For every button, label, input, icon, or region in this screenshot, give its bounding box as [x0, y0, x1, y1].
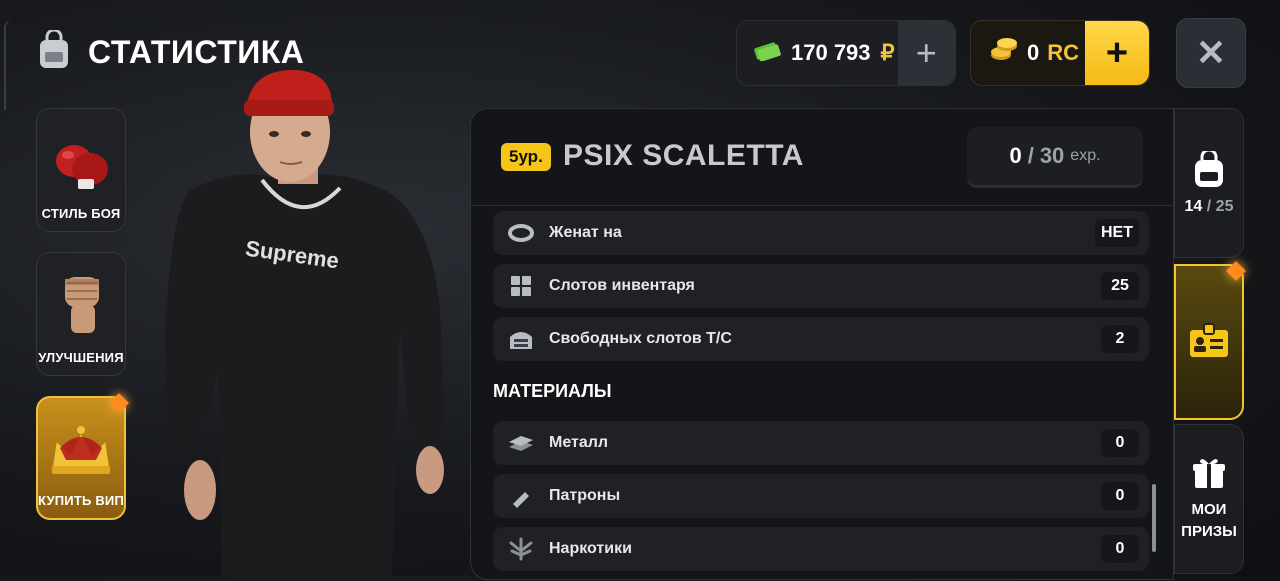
- menu-upgrades-label: УЛУЧШЕНИЯ: [38, 350, 124, 365]
- backpack-current: 14: [1184, 197, 1203, 215]
- menu-fight-style-label: СТИЛЬ БОЯ: [41, 206, 121, 221]
- ruble-symbol: ₽: [880, 40, 895, 65]
- rc-balance: 0 RC +: [970, 20, 1150, 86]
- material-label: Патроны: [549, 487, 621, 504]
- prizes-label: МОИ ПРИЗЫ: [1181, 499, 1237, 543]
- stats-scrollbar[interactable]: [1152, 484, 1156, 552]
- tab-stats-card[interactable]: [1174, 264, 1244, 420]
- material-label: Металл: [549, 434, 609, 451]
- add-money-button[interactable]: +: [897, 21, 955, 85]
- close-button[interactable]: ✕: [1176, 18, 1246, 88]
- exp-counter: 0 / 30 exp.: [967, 127, 1143, 188]
- bullet-icon: [493, 484, 549, 508]
- exp-separator: /: [1027, 143, 1034, 168]
- money-value: 170 793: [791, 40, 871, 65]
- player-header: 5ур. PSIX SCALETTA 0 / 30 exp.: [471, 109, 1173, 206]
- grid-icon: [493, 275, 549, 297]
- exp-current: 0: [1009, 143, 1022, 168]
- metal-icon: [493, 433, 549, 453]
- garage-icon: [493, 327, 549, 351]
- tab-backpack[interactable]: 14 / 25: [1174, 108, 1244, 258]
- backpack-icon: [1192, 148, 1226, 194]
- close-icon: ✕: [1195, 32, 1227, 73]
- fist-icon: [51, 269, 111, 344]
- menu-buy-vip-label: КУПИТЬ ВИП: [38, 493, 125, 508]
- crown-icon: [46, 422, 116, 487]
- exp-max: 30: [1039, 143, 1065, 168]
- add-rc-button[interactable]: +: [1085, 21, 1149, 85]
- id-card-icon: [1189, 322, 1229, 363]
- material-value: 0: [1101, 482, 1139, 510]
- stat-label: Свободных слотов Т/С: [549, 330, 732, 347]
- tab-my-prizes[interactable]: МОИ ПРИЗЫ: [1174, 424, 1244, 574]
- player-name: PSIX SCALETTA: [563, 139, 804, 172]
- ring-icon: [493, 224, 549, 242]
- backpack-count: 14 / 25: [1185, 198, 1234, 216]
- stat-value: 25: [1101, 272, 1139, 300]
- cash-icon: [753, 39, 781, 67]
- material-value: 0: [1101, 535, 1139, 563]
- backpack-icon: [36, 28, 72, 75]
- backpack-max: 25: [1215, 197, 1234, 215]
- stat-value: 2: [1101, 325, 1139, 353]
- rc-unit: RC: [1047, 40, 1080, 65]
- menu-buy-vip[interactable]: КУПИТЬ ВИП: [36, 396, 126, 520]
- material-value: 0: [1101, 429, 1139, 457]
- stat-row-vehicle-slots: Свободных слотов Т/С 2: [493, 317, 1149, 361]
- leaf-icon: [493, 537, 549, 561]
- menu-upgrades[interactable]: УЛУЧШЕНИЯ: [36, 252, 126, 376]
- materials-title: МАТЕРИАЛЫ: [493, 381, 612, 401]
- header: СТАТИСТИКА: [36, 28, 305, 75]
- gift-icon: [1192, 456, 1226, 495]
- prizes-line2: ПРИЗЫ: [1181, 522, 1237, 540]
- material-row-metal: Металл 0: [493, 421, 1149, 465]
- material-label: Наркотики: [549, 540, 632, 557]
- stat-label: Слотов инвентаря: [549, 277, 695, 294]
- rc-value: 0: [1027, 40, 1040, 65]
- exp-unit: exp.: [1070, 147, 1101, 164]
- stat-value: НЕТ: [1095, 219, 1139, 247]
- money-balance: 170 793 ₽ +: [736, 20, 956, 86]
- level-badge: 5ур.: [501, 143, 551, 171]
- stat-row-married: Женат на НЕТ: [493, 211, 1149, 255]
- boxing-gloves-icon: [48, 135, 114, 200]
- coins-icon: [989, 37, 1019, 69]
- prizes-line1: МОИ: [1191, 500, 1227, 518]
- menu-fight-style[interactable]: СТИЛЬ БОЯ: [36, 108, 126, 232]
- stats-panel: 5ур. PSIX SCALETTA 0 / 30 exp. Женат на …: [470, 108, 1174, 580]
- material-row-drugs: Наркотики 0: [493, 527, 1149, 571]
- page-title: СТАТИСТИКА: [88, 34, 305, 70]
- frame-edge: [4, 20, 12, 110]
- stat-label: Женат на: [549, 224, 622, 241]
- player-character: Supreme: [130, 69, 460, 576]
- stat-row-inventory-slots: Слотов инвентаря 25: [493, 264, 1149, 308]
- material-row-ammo: Патроны 0: [493, 474, 1149, 518]
- backpack-separator: /: [1202, 197, 1216, 215]
